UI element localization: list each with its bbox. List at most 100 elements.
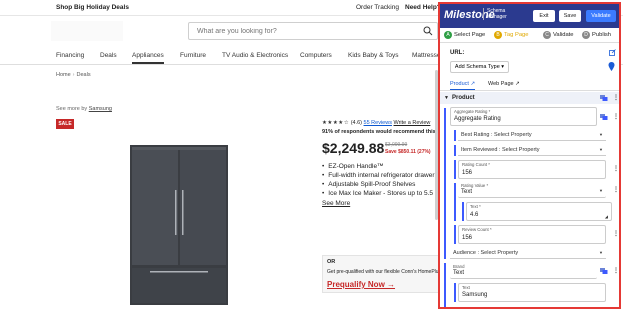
panel-header: Milestone Schema Manager Exit Save Valida…: [440, 4, 619, 28]
tab-webpage-label: Web Page: [488, 81, 514, 87]
product-price: $2,249.88: [322, 140, 385, 156]
step-publish[interactable]: D Publish: [582, 31, 611, 39]
see-more-link[interactable]: See More: [322, 200, 350, 207]
field-value: 4.6: [470, 212, 479, 218]
nesting-bar: [454, 183, 456, 221]
site-logo[interactable]: [51, 21, 123, 41]
select-text: Audience : Select Property: [453, 250, 519, 256]
rating-count-field[interactable]: Rating Count * 156: [458, 160, 606, 179]
nesting-bar: [454, 160, 456, 179]
rating-value: (4.6): [350, 120, 362, 126]
old-price: $3,099.99: [385, 142, 408, 148]
nesting-bar: [454, 283, 456, 302]
finance-text: Get pre-qualified with our flexible Conn…: [327, 269, 442, 275]
nav-kids-baby[interactable]: Kids Baby & Toys: [348, 52, 398, 59]
nav-furniture[interactable]: Furniture: [180, 52, 206, 59]
nesting-bar: [462, 202, 464, 221]
nav-computers[interactable]: Computers: [300, 52, 332, 59]
field-value: Aggregate Rating: [454, 116, 501, 122]
more-icon[interactable]: ⋮: [613, 231, 619, 237]
rating-text-field[interactable]: Text * 4.6 ◢: [466, 202, 612, 221]
more-icon[interactable]: ⋮: [613, 114, 619, 120]
nesting-bar: [454, 130, 456, 141]
step-tag-page[interactable]: B Tag Page: [494, 31, 529, 39]
nav-mattresses[interactable]: Mattresse: [412, 52, 441, 59]
exit-button[interactable]: Exit: [533, 10, 555, 22]
step-label: Validate: [553, 32, 574, 38]
step-label: Select Page: [454, 32, 486, 38]
schema-manager-panel: Milestone Schema Manager Exit Save Valida…: [438, 2, 621, 309]
location-pin-icon[interactable]: [608, 62, 615, 71]
step-d-icon: D: [582, 31, 590, 39]
validate-button[interactable]: Validate: [586, 10, 616, 22]
tab-webpage[interactable]: Web Page ↗: [488, 81, 520, 87]
schema-tabs: Product ↗ Web Page ↗: [440, 79, 619, 91]
step-select-page[interactable]: A Select Page: [444, 31, 485, 39]
best-rating-select[interactable]: Best Rating : Select Property ▼: [458, 130, 606, 141]
step-b-icon: B: [494, 31, 502, 39]
external-link-icon: ↗: [470, 81, 476, 87]
breadcrumb-deals[interactable]: Deals: [77, 72, 91, 78]
write-review-link[interactable]: Write a Review: [394, 120, 431, 126]
nav-appliances[interactable]: Appliances: [132, 52, 164, 64]
finance-box: OR Get pre-qualified with our flexible C…: [322, 255, 442, 293]
copy-icon[interactable]: [600, 95, 608, 101]
step-validate[interactable]: C Validate: [543, 31, 574, 39]
tab-product-label: Product: [450, 81, 469, 87]
chevron-down-icon[interactable]: ▼: [444, 95, 449, 101]
review-count-field[interactable]: Review Count * 156: [458, 225, 606, 244]
step-a-icon: A: [444, 31, 452, 39]
promo-link[interactable]: Shop Big Holiday Deals: [56, 4, 129, 11]
need-help-link[interactable]: Need Help?: [405, 4, 441, 11]
caret-down-icon: ▼: [599, 188, 603, 193]
item-reviewed-select[interactable]: Item Reviewed : Select Property ▼: [458, 145, 606, 156]
field-value: Text: [461, 189, 473, 195]
brand-link[interactable]: Samsung: [89, 106, 112, 112]
brand-text-field[interactable]: Text Samsung: [458, 283, 606, 302]
breadcrumb-home[interactable]: Home: [56, 72, 71, 78]
step-bar: A Select Page B Tag Page C Validate D Publis…: [440, 29, 619, 43]
select-text: Item Reviewed : Select Property: [461, 147, 540, 153]
more-icon[interactable]: ⋮: [613, 268, 619, 274]
rating-value-select[interactable]: Rating Value * Text ▼: [458, 182, 606, 198]
see-more-prefix: See more by: [56, 106, 88, 112]
field-label: Aggregate Rating *: [454, 109, 491, 114]
reviews-link[interactable]: 55 Reviews: [364, 120, 392, 126]
tab-product[interactable]: Product ↗: [450, 81, 476, 90]
copy-icon[interactable]: [600, 114, 608, 120]
nesting-bar: [444, 248, 446, 259]
add-schema-type-button[interactable]: Add Schema Type ▾: [450, 61, 509, 73]
search-bar: [188, 22, 438, 40]
external-link-icon[interactable]: [609, 49, 616, 56]
order-tracking-link[interactable]: Order Tracking: [356, 4, 399, 11]
audience-select[interactable]: Audience : Select Property ▼: [450, 248, 606, 259]
save-button[interactable]: Save: [559, 10, 581, 22]
search-icon[interactable]: [423, 26, 433, 36]
field-label: Brand: [453, 264, 465, 269]
field-value: Samsung: [462, 292, 488, 298]
nav-financing[interactable]: Financing: [56, 52, 84, 59]
feature-item: EZ-Open Handle™: [322, 162, 443, 171]
breadcrumb-separator: ›: [72, 72, 75, 78]
field-value: Text: [453, 270, 465, 276]
step-label: Publish: [592, 32, 612, 38]
product-section-header[interactable]: ▼ Product ⋮: [440, 92, 619, 104]
nav-deals[interactable]: Deals: [100, 52, 117, 59]
more-icon[interactable]: ⋮: [613, 187, 619, 193]
copy-icon[interactable]: [600, 268, 608, 274]
more-icon[interactable]: ⋮: [613, 95, 619, 101]
nesting-bar: [444, 263, 446, 307]
product-image[interactable]: [120, 140, 238, 305]
caret-down-icon: ▼: [599, 147, 603, 152]
panel-subtitle-line2: Manager: [487, 14, 507, 20]
brand-select[interactable]: Brand Text: [450, 263, 597, 279]
caret-down-icon: ▼: [599, 250, 603, 255]
search-input[interactable]: [189, 23, 409, 39]
resize-handle-icon[interactable]: ◢: [605, 214, 608, 219]
prequalify-link[interactable]: Prequalify Now →: [327, 280, 395, 289]
more-icon[interactable]: ⋮: [613, 166, 619, 172]
feature-list: EZ-Open Handle™ Full-width internal refr…: [322, 162, 443, 198]
aggregate-rating-select[interactable]: Aggregate Rating * Aggregate Rating: [450, 107, 597, 126]
feature-item: Adjustable Spill-Proof Shelves: [322, 180, 443, 189]
nav-tv-audio[interactable]: TV Audio & Electronics: [222, 52, 288, 59]
